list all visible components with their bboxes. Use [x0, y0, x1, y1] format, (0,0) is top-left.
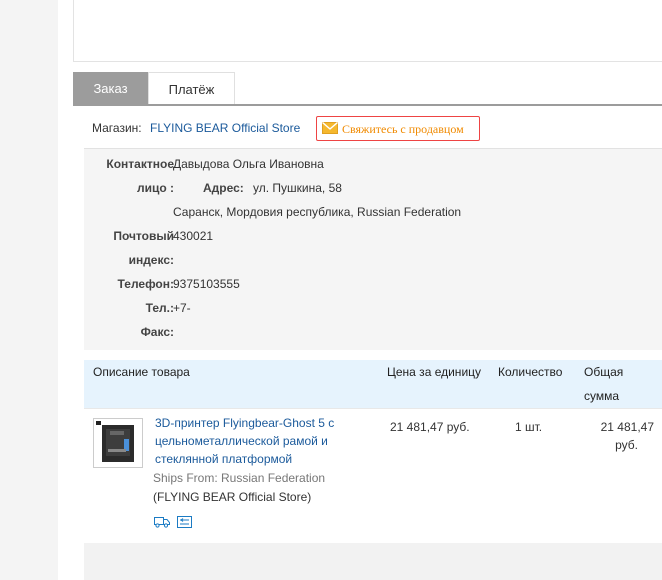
store-label: Магазин: — [92, 121, 142, 135]
top-panel — [73, 0, 662, 62]
header-total-line1: Общая — [584, 365, 624, 379]
fax-label: Факс: — [140, 325, 174, 339]
header-total-line2: сумма — [584, 389, 620, 403]
address-label: Адрес: — [203, 181, 244, 195]
contact-seller-label: Свяжитесь с продавцом — [342, 122, 464, 136]
table-row: 3D-принтер Flyingbear-Ghost 5 с цельноме… — [84, 408, 662, 543]
address-value: ул. Пушкина, 58 — [253, 181, 342, 195]
contact-seller-button[interactable]: Свяжитесь с продавцом — [316, 116, 480, 141]
header-description: Описание товара — [93, 365, 190, 379]
total-sum: 21 481,47 руб. — [564, 418, 654, 454]
contact-label-line2: лицо : — [136, 181, 174, 195]
tab-order[interactable]: Заказ — [73, 72, 148, 104]
product-store-name: (FLYING BEAR Official Store) — [153, 490, 312, 504]
header-unit-price: Цена за единицу — [387, 365, 482, 379]
zip-value: 430021 — [173, 229, 214, 243]
tel-label: Тел.: — [145, 301, 174, 315]
left-margin — [0, 0, 58, 580]
city-line: Саранск, Мордовия республика, Russian Fe… — [173, 205, 462, 219]
product-title-link[interactable]: 3D-принтер Flyingbear-Ghost 5 с цельноме… — [155, 414, 365, 468]
shipping-address-box: Контактное Давыдова Ольга Ивановна лицо … — [84, 148, 662, 350]
total-sum-line2: руб. — [615, 438, 638, 452]
items-table-header: Описание товара Цена за единицу Количест… — [84, 360, 662, 408]
unit-price: 21 481,47 руб. — [390, 420, 470, 434]
phone-label: Телефон: — [117, 277, 174, 291]
zip-label-line1: Почтовый — [113, 229, 174, 243]
tel-value: +7- — [173, 301, 191, 315]
order-detail-icon[interactable] — [177, 516, 192, 531]
ships-from: Ships From: Russian Federation — [153, 471, 326, 485]
store-name-link[interactable]: FLYING BEAR Official Store — [150, 121, 300, 135]
order-page: Заказ Платёж Магазин: FLYING BEAR Offici… — [58, 0, 662, 580]
contact-label-line1: Контактное — [106, 157, 174, 171]
shipping-truck-icon[interactable] — [154, 516, 170, 531]
order-tabs: Заказ Платёж — [73, 72, 662, 106]
total-sum-line1: 21 481,47 — [600, 420, 654, 434]
envelope-icon — [322, 121, 338, 138]
quantity: 1 шт. — [515, 420, 543, 434]
product-thumbnail[interactable] — [93, 418, 143, 468]
contact-value: Давыдова Ольга Ивановна — [173, 157, 324, 171]
tab-payment[interactable]: Платёж — [148, 72, 235, 104]
table-footer — [84, 543, 662, 580]
phone-value: 9375103555 — [173, 277, 240, 291]
header-quantity: Количество — [498, 365, 563, 379]
zip-label-line2: индекс: — [128, 253, 174, 267]
